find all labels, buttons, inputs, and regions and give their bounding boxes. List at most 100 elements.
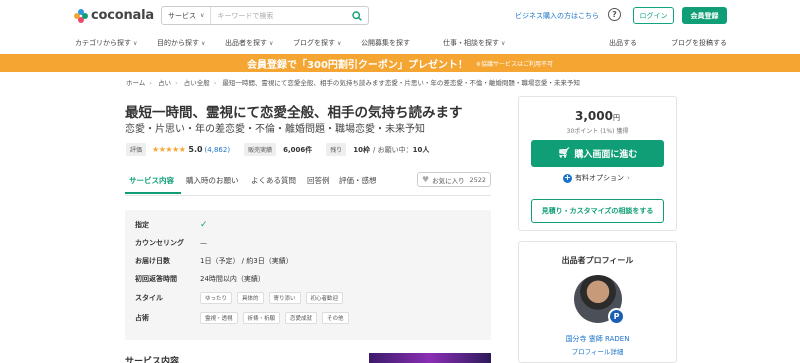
- tab-reviews[interactable]: 評価・感想: [339, 175, 377, 186]
- nav-item-jobs[interactable]: 仕事・相談を探す ∨: [443, 38, 505, 48]
- spec-label: 初回返答時間: [135, 275, 177, 283]
- spec-value: 24時間以内（実績）: [200, 275, 265, 283]
- spec-label: カウンセリング: [135, 239, 184, 247]
- nav-item-sell[interactable]: 出品する: [609, 38, 637, 48]
- points-note: 30ポイント (1%) 獲得: [566, 128, 629, 135]
- profile-heading: 出品者プロフィール: [561, 256, 634, 265]
- nav-item-purpose[interactable]: 目的から探す ∨: [157, 38, 205, 48]
- purchase-card: 3,000円 30ポイント (1%) 獲得 🛒︎ 購入画面に進む + 有料オプシ…: [518, 96, 677, 231]
- nav-item-label: 出品者を探す: [225, 39, 267, 47]
- seller-profile-card: 出品者プロフィール P 国分寺 霊師 RADEN プロフィール詳細: [518, 241, 677, 363]
- chevron-down-icon: ∨: [337, 40, 342, 47]
- price: 3,000円: [519, 109, 676, 123]
- nav-item-categories[interactable]: カテゴリから探す ∨: [75, 38, 137, 48]
- banner-note: ※協議サービスはご利用不可: [475, 60, 553, 68]
- price-unit: 円: [612, 114, 620, 122]
- logo-icon: [74, 8, 88, 23]
- nav-item-post-blog[interactable]: ブログを投稿する: [671, 38, 727, 48]
- spec-row-first-reply: 初回返答時間 24時間以内（実績）: [135, 274, 265, 284]
- logo[interactable]: coconala: [74, 8, 154, 23]
- method-chip: その他: [322, 312, 349, 324]
- heart-icon: ♥: [422, 175, 430, 184]
- style-chip: 初心者歓迎: [305, 292, 344, 304]
- chevron-down-icon: ∨: [269, 40, 274, 47]
- service-subtitle: 恋愛・片思い・年の差恋愛・不倫・離婚問題・職場恋愛・未来予知: [125, 124, 425, 135]
- paid-option-label: 有料オプション: [575, 174, 624, 182]
- breadcrumb-separator: ›: [175, 79, 178, 87]
- cart-icon: 🛒︎: [557, 148, 571, 159]
- favorite-count: 2522: [469, 175, 486, 184]
- section-heading: サービス内容: [125, 357, 180, 363]
- nav-item-public-requests[interactable]: 公開募集を探す: [361, 38, 410, 48]
- spec-value: 1日（予定） / 約3日（実績）: [200, 257, 293, 265]
- chevron-down-icon: ∨: [201, 40, 206, 47]
- style-chip: 寄り添い: [268, 292, 301, 304]
- method-chip: 祈祷・祈願: [242, 312, 281, 324]
- login-button[interactable]: ログイン: [633, 7, 674, 24]
- coupon-banner[interactable]: 会員登録で「300円割引クーポン」プレゼント！ ※協議サービスはご利用不可: [0, 54, 800, 72]
- chevron-down-icon: ∨: [501, 40, 506, 47]
- inquiry-label: / お願い中：: [373, 145, 413, 154]
- nav-item-sellers[interactable]: 出品者を探す ∨: [225, 38, 273, 48]
- method-chip: 恋愛成就: [285, 312, 318, 324]
- price-value: 3,000: [575, 109, 613, 123]
- nav-item-label: 公開募集を探す: [361, 39, 410, 47]
- favorite-button[interactable]: ♥ お気に入り 2522: [417, 172, 491, 187]
- nav-item-label: 出品する: [609, 39, 637, 47]
- quote-consult-button[interactable]: 見積り・カスタマイズの相談をする: [531, 199, 664, 223]
- tab-answer-examples[interactable]: 回答例: [307, 175, 330, 186]
- pro-badge-icon: P: [608, 308, 625, 325]
- breadcrumb-item[interactable]: 占い全般: [184, 79, 210, 87]
- check-icon: ✓: [200, 220, 208, 230]
- signup-button[interactable]: 会員登録: [682, 7, 727, 24]
- paid-option-link[interactable]: + 有料オプション ›: [563, 173, 630, 183]
- breadcrumb-separator: ›: [213, 79, 217, 87]
- business-purchase-link[interactable]: ビジネス購入の方はこちら: [515, 11, 599, 21]
- search-category-label: サービス: [168, 11, 196, 20]
- favorite-label: お気に入り: [432, 176, 465, 185]
- search-bar: サービス ∨: [161, 6, 369, 25]
- search-button[interactable]: [346, 7, 368, 24]
- spec-row-counseling: カウンセリング —: [135, 238, 207, 248]
- nav-item-label: ブログを探す: [293, 39, 335, 47]
- help-icon[interactable]: ?: [608, 8, 621, 21]
- breadcrumb-item[interactable]: ホーム: [126, 79, 145, 87]
- inquiry-count: 10人: [412, 145, 430, 154]
- style-chip: ゆったり: [200, 292, 233, 304]
- remaining-tag: 残り: [326, 143, 347, 156]
- buy-button-label: 購入画面に進む: [574, 150, 638, 160]
- active-tab-indicator: [125, 192, 181, 194]
- tab-service-content[interactable]: サービス内容: [129, 175, 174, 186]
- site-header: coconala サービス ∨ ビジネス購入の方はこちら ? ログイン 会員登録: [0, 0, 800, 32]
- method-chip: 霊視・透視: [200, 312, 238, 324]
- sales-count: 6,006件: [283, 145, 313, 154]
- tab-faq[interactable]: よくある質問: [251, 175, 296, 186]
- service-spec-table: 指定 ✓ カウンセリング — お届け日数 1日（予定） / 約3日（実績） 初回…: [125, 210, 491, 340]
- service-title: 最短一時間、霊視にて恋愛全般、相手の気持ち読みます: [125, 105, 463, 121]
- remaining-slots: 10枠: [353, 145, 370, 154]
- tab-purchase-notes[interactable]: 購入時のお願い: [186, 175, 239, 186]
- spec-chips: ゆったり 具体的 寄り添い 初心者歓迎: [200, 292, 344, 304]
- nav-item-label: 目的から探す: [157, 39, 199, 47]
- chevron-down-icon: ∨: [133, 40, 138, 47]
- spec-label: スタイル: [135, 294, 163, 302]
- profile-detail-link[interactable]: プロフィール詳細: [519, 346, 676, 356]
- logo-text: coconala: [91, 8, 154, 23]
- spec-label: 指定: [135, 221, 149, 229]
- nav-item-label: ブログを投稿する: [671, 39, 727, 47]
- breadcrumb-item[interactable]: 占い: [158, 79, 171, 87]
- service-tabs: サービス内容 購入時のお願い よくある質問 回答例 評価・感想 ♥ お気に入り …: [125, 170, 491, 196]
- nav-item-blogs[interactable]: ブログを探す ∨: [293, 38, 341, 48]
- chevron-right-icon: ›: [627, 174, 630, 182]
- banner-main-text: 会員登録で「300円割引クーポン」プレゼント！: [247, 59, 468, 71]
- buy-button[interactable]: 🛒︎ 購入画面に進む: [531, 140, 664, 167]
- search-category-select[interactable]: サービス ∨: [162, 7, 212, 24]
- review-count-link[interactable]: (4,862): [205, 146, 231, 154]
- search-input[interactable]: [211, 11, 346, 20]
- spec-row-style: スタイル ゆったり 具体的 寄り添い 初心者歓迎: [135, 292, 344, 304]
- main-nav: カテゴリから探す ∨ 目的から探す ∨ 出品者を探す ∨ ブログを探す ∨ 公開募集を探…: [0, 32, 800, 54]
- breadcrumb: ホーム › 占い › 占い全般 › 最短一時間、霊視にて恋愛全般、相手の気持ち読みます…: [126, 77, 580, 87]
- spec-row-designation: 指定 ✓: [135, 220, 208, 230]
- seller-name-link[interactable]: 国分寺 霊師 RADEN: [519, 334, 676, 344]
- spec-value: —: [200, 239, 207, 247]
